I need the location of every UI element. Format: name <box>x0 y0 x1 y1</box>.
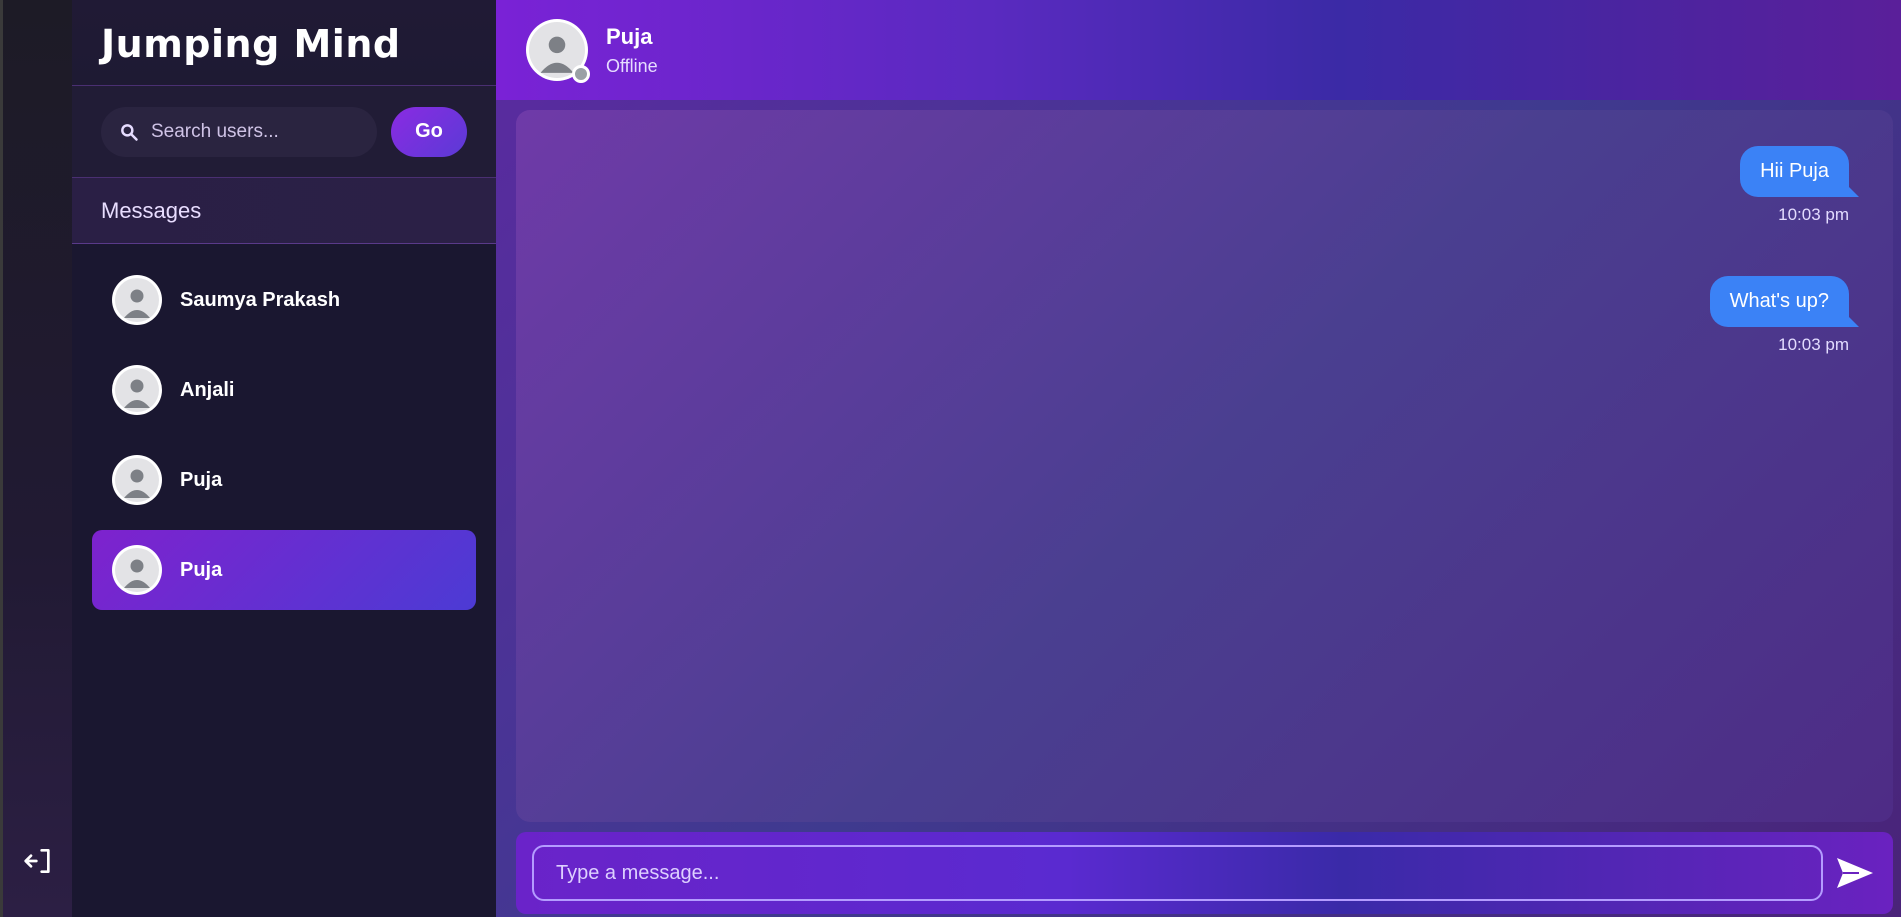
message-area[interactable]: Hii Puja 10:03 pm What's up? 10:03 pm <box>516 110 1893 822</box>
message-time: 10:03 pm <box>1778 335 1849 354</box>
user-avatar-icon <box>124 559 150 588</box>
contact-avatar[interactable] <box>526 19 590 83</box>
app-window: Jumping Mind Go Messages Saumya Prak <box>0 0 1901 917</box>
user-list-item[interactable]: Puja <box>92 440 476 520</box>
message-time: 10:03 pm <box>1778 205 1849 224</box>
search-box[interactable] <box>101 106 377 157</box>
user-list-item[interactable]: Saumya Prakash <box>92 260 476 340</box>
avatar <box>112 365 162 415</box>
user-avatar-icon <box>124 289 150 318</box>
contact-name: Puja <box>606 23 653 49</box>
message-row: Hii Puja 10:03 pm <box>1740 146 1859 225</box>
brand-header: Jumping Mind <box>72 0 496 86</box>
contact-status: Offline <box>606 55 658 76</box>
logout-button[interactable] <box>21 843 57 879</box>
chat-header: Puja Offline <box>496 0 1901 100</box>
avatar <box>112 545 162 595</box>
search-icon <box>121 123 138 141</box>
message-composer <box>516 832 1893 914</box>
message-bubble[interactable]: Hii Puja <box>1740 146 1859 197</box>
message-bubble[interactable]: What's up? <box>1709 276 1860 327</box>
logout-icon <box>24 849 50 873</box>
send-button[interactable] <box>1833 851 1877 895</box>
user-name: Puja <box>180 558 223 581</box>
chat-panel: Puja Offline Hii Puja 10:03 pm What's up… <box>496 0 1901 917</box>
user-avatar-icon <box>124 379 150 408</box>
user-name: Puja <box>180 468 223 491</box>
avatar <box>112 275 162 325</box>
user-list-item[interactable]: Anjali <box>92 350 476 430</box>
status-indicator <box>572 65 590 83</box>
avatar <box>112 455 162 505</box>
message-input[interactable] <box>532 845 1824 901</box>
user-list: Saumya Prakash Anjali Puja Puja <box>72 244 496 636</box>
user-avatar-icon <box>124 469 150 498</box>
search-input[interactable] <box>149 119 349 144</box>
user-list-item-active[interactable]: Puja <box>92 530 476 610</box>
app-title: Jumping Mind <box>101 22 401 66</box>
search-row: Go <box>72 86 496 178</box>
user-name: Anjali <box>180 378 235 401</box>
left-rail <box>0 0 72 917</box>
message-row: What's up? 10:03 pm <box>1709 276 1860 355</box>
send-icon <box>1837 858 1874 888</box>
sidebar: Jumping Mind Go Messages Saumya Prak <box>72 0 496 917</box>
contact-info: Puja Offline <box>606 24 658 77</box>
user-name: Saumya Prakash <box>180 288 341 311</box>
go-button[interactable]: Go <box>391 106 467 157</box>
messages-section-title: Messages <box>72 178 496 244</box>
